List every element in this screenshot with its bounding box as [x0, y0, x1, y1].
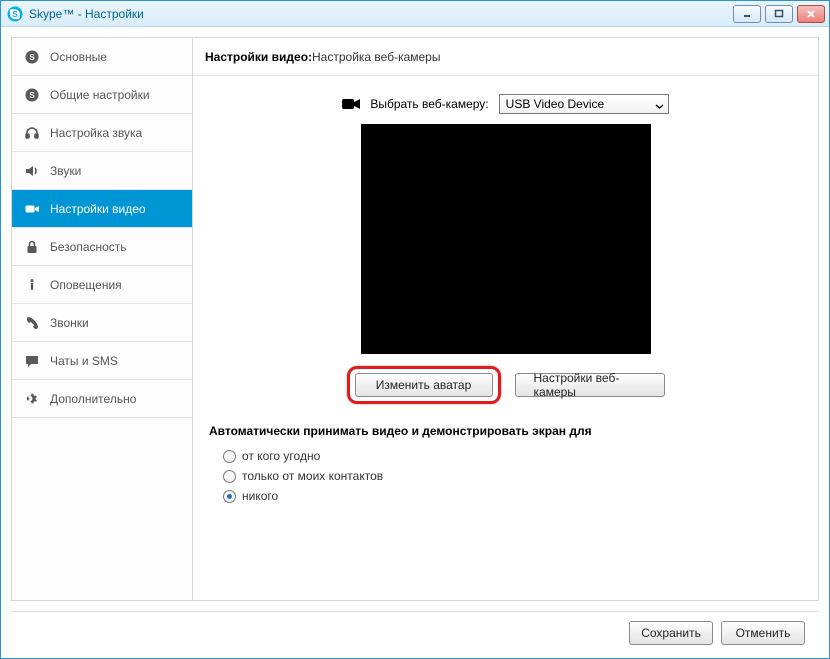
webcam-buttons-row: Изменить аватар Настройки веб-камеры — [209, 366, 802, 404]
radio-option-noone[interactable]: никого — [209, 486, 802, 506]
content-header-bold: Настройки видео: — [205, 50, 312, 64]
minimize-button[interactable] — [733, 5, 761, 23]
radio-option-anyone[interactable]: от кого угодно — [209, 446, 802, 466]
chat-icon — [24, 353, 40, 369]
sidebar-item-label: Основные — [50, 50, 107, 64]
content-panel: Настройки видео: Настройка веб-камеры Вы… — [193, 37, 819, 601]
highlight-annotation: Изменить аватар — [347, 366, 501, 404]
webcam-select[interactable]: USB Video Device — [499, 94, 669, 114]
webcam-settings-button[interactable]: Настройки веб-камеры — [515, 373, 665, 397]
radio-option-contacts[interactable]: только от моих контактов — [209, 466, 802, 486]
sidebar-item-sounds[interactable]: Звуки — [12, 152, 192, 190]
sidebar-item-label: Оповещения — [50, 278, 122, 292]
phone-icon — [24, 315, 40, 331]
chevron-down-icon — [655, 100, 664, 109]
webcam-select-row: Выбрать веб-камеру: USB Video Device — [209, 94, 802, 114]
auto-accept-section-title: Автоматически принимать видео и демонстр… — [209, 424, 802, 438]
camera-icon — [24, 201, 40, 217]
settings-window: S Skype™ - Настройки S Основные S Общие … — [0, 0, 830, 659]
skype-app-icon: S — [7, 6, 23, 22]
change-avatar-button[interactable]: Изменить аватар — [355, 373, 493, 397]
dialog-footer: Сохранить Отменить — [11, 611, 819, 653]
sidebar-item-label: Общие настройки — [50, 88, 150, 102]
sidebar-item-label: Настройка звука — [50, 126, 142, 140]
sidebar-item-label: Чаты и SMS — [50, 354, 118, 368]
settings-sidebar: S Основные S Общие настройки Настройка з… — [11, 37, 193, 601]
radio-icon — [223, 450, 236, 463]
content-body: Выбрать веб-камеру: USB Video Device Изм… — [193, 76, 818, 600]
radio-label: только от моих контактов — [242, 469, 383, 483]
radio-label: никого — [242, 489, 278, 503]
webcam-select-label: Выбрать веб-камеру: — [370, 97, 488, 111]
window-buttons — [733, 5, 825, 23]
sidebar-item-general[interactable]: S Основные — [12, 38, 192, 76]
radio-label: от кого угодно — [242, 449, 320, 463]
cancel-button[interactable]: Отменить — [721, 621, 805, 645]
camera-icon — [342, 97, 360, 111]
webcam-preview — [361, 124, 651, 354]
svg-text:S: S — [29, 53, 35, 62]
sidebar-item-label: Звуки — [50, 164, 81, 178]
sidebar-item-audio[interactable]: Настройка звука — [12, 114, 192, 152]
content-header-rest: Настройка веб-камеры — [312, 50, 440, 64]
sidebar-item-common[interactable]: S Общие настройки — [12, 76, 192, 114]
sidebar-item-label: Безопасность — [50, 240, 127, 254]
sidebar-item-chats[interactable]: Чаты и SMS — [12, 342, 192, 380]
svg-text:S: S — [29, 91, 35, 100]
sidebar-item-label: Звонки — [50, 316, 89, 330]
sidebar-item-advanced[interactable]: Дополнительно — [12, 380, 192, 418]
maximize-button[interactable] — [765, 5, 793, 23]
webcam-select-value: USB Video Device — [506, 97, 605, 111]
lock-icon — [24, 239, 40, 255]
gear-icon — [24, 391, 40, 407]
info-icon — [24, 277, 40, 293]
sidebar-item-label: Настройки видео — [50, 202, 146, 216]
radio-icon — [223, 490, 236, 503]
speaker-icon — [24, 163, 40, 179]
sidebar-item-notifications[interactable]: Оповещения — [12, 266, 192, 304]
window-title: Skype™ - Настройки — [29, 7, 727, 21]
skype-icon: S — [24, 87, 40, 103]
svg-text:S: S — [12, 10, 18, 19]
headset-icon — [24, 125, 40, 141]
sidebar-item-label: Дополнительно — [50, 392, 136, 406]
radio-icon — [223, 470, 236, 483]
save-button[interactable]: Сохранить — [629, 621, 713, 645]
content-header: Настройки видео: Настройка веб-камеры — [193, 38, 818, 76]
sidebar-item-calls[interactable]: Звонки — [12, 304, 192, 342]
sidebar-item-security[interactable]: Безопасность — [12, 228, 192, 266]
sidebar-item-video[interactable]: Настройки видео — [12, 190, 192, 228]
close-button[interactable] — [797, 5, 825, 23]
titlebar: S Skype™ - Настройки — [1, 1, 829, 27]
skype-icon: S — [24, 49, 40, 65]
